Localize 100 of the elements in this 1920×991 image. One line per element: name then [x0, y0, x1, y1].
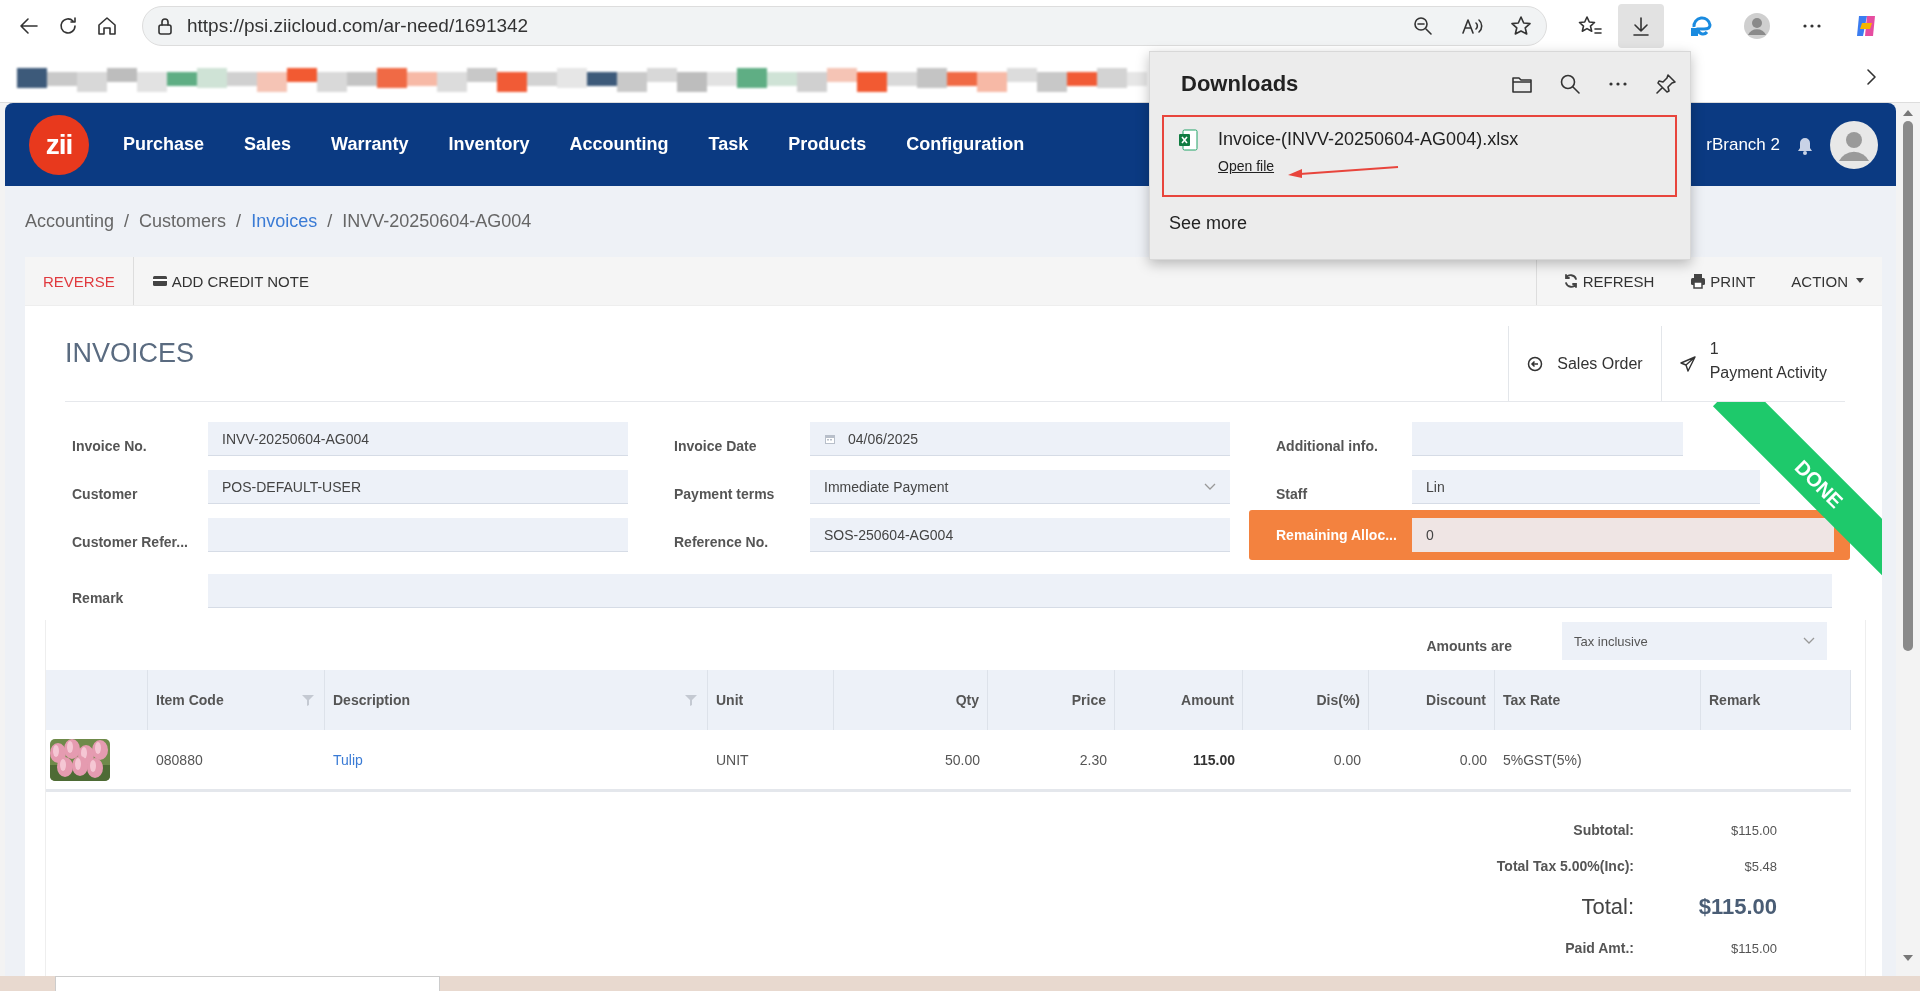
toolbar-button[interactable]: ADD CREDIT NOTE	[133, 257, 327, 305]
spreadsheet-icon	[1178, 129, 1198, 151]
search-icon[interactable]	[1559, 73, 1581, 95]
input-field[interactable]	[208, 518, 628, 552]
field-label: Staff	[1276, 485, 1309, 502]
scroll-up-icon[interactable]	[1902, 109, 1914, 117]
nav-item[interactable]: Purchase	[123, 134, 205, 155]
column-header: Discount	[1369, 670, 1495, 730]
column-header: Tax Rate	[1495, 670, 1701, 730]
field-label: Customer Refer...	[72, 533, 189, 550]
column-header: Qty	[834, 670, 988, 730]
nav-item[interactable]: Accounting	[569, 134, 669, 155]
input-field[interactable]: POS-DEFAULT-USER	[208, 470, 628, 504]
table-cell: 0.00	[1333, 751, 1361, 768]
field-label: Amounts are	[1426, 637, 1512, 654]
input-field[interactable]: INVV-20250604-AG004	[208, 422, 628, 456]
nav-item[interactable]: Warranty	[331, 134, 409, 155]
input-field[interactable]: 0	[1412, 518, 1834, 552]
input-field[interactable]: SOS-250604-AG004	[810, 518, 1230, 552]
total-value: $5.48	[1743, 858, 1777, 874]
input-field[interactable]: 04/06/2025	[810, 422, 1230, 456]
column-header: Remark	[1701, 670, 1851, 730]
calendar-icon	[824, 432, 836, 445]
zoom-out-icon[interactable]	[1412, 14, 1434, 37]
total-value: $115.00	[1729, 940, 1777, 956]
breadcrumb-separator: /	[327, 211, 333, 232]
scroll-down-icon[interactable]	[1902, 954, 1914, 962]
input-field[interactable]	[1412, 422, 1683, 456]
chevron-down-icon	[1803, 637, 1815, 645]
table-cell: 50.00	[944, 751, 980, 768]
folder-icon[interactable]	[1511, 74, 1533, 94]
total-value: $115.00	[1697, 894, 1777, 920]
column-header: Item Code	[148, 670, 325, 730]
breadcrumb-item[interactable]: INVV-20250604-AG004	[342, 211, 532, 232]
chevron-down-icon	[1204, 482, 1216, 491]
nav-item[interactable]: Inventory	[448, 134, 530, 155]
field-label: Invoice No.	[72, 437, 148, 454]
paper-plane-icon	[1679, 355, 1696, 372]
table-cell: 0.00	[1459, 751, 1487, 768]
header-link[interactable]: 1 Payment Activity	[1660, 326, 1845, 401]
table-cell: 115.00	[1192, 751, 1235, 768]
pin-icon[interactable]	[1655, 73, 1677, 95]
star-icon[interactable]	[1510, 14, 1532, 37]
column-header: Dis(%)	[1243, 670, 1369, 730]
address-bar[interactable]: https://psi.ziicloud.com/ar-need/1691342	[142, 5, 1547, 46]
toolbar-button[interactable]: REFRESH	[1544, 257, 1673, 305]
toolbar-button[interactable]: ACTION	[1773, 257, 1882, 305]
header-link[interactable]: Sales Order	[1508, 326, 1661, 401]
field-label: Payment terms	[674, 485, 776, 502]
printer-icon	[1690, 273, 1707, 289]
select-field[interactable]: Tax inclusive	[1562, 622, 1827, 660]
branch-name[interactable]: rBranch 2	[1706, 134, 1780, 155]
caret-icon	[1856, 278, 1864, 284]
download-item[interactable]: Invoice-(INVV-20250604-AG004).xlsx Open file	[1162, 115, 1677, 197]
input-field[interactable]: Immediate Payment	[810, 470, 1230, 504]
field-label: Remaining Alloc...	[1276, 527, 1398, 543]
input-field[interactable]: Lin	[1412, 470, 1760, 504]
scrollbar-thumb[interactable]	[1903, 121, 1913, 651]
profile-avatar-icon[interactable]	[1743, 11, 1771, 40]
item-link[interactable]: Tulip	[333, 751, 363, 768]
page-title: INVOICES	[65, 338, 195, 369]
total-label: Total Tax 5.00%(Inc):	[1496, 858, 1634, 874]
breadcrumb-item[interactable]: Accounting	[25, 211, 115, 232]
field-label: Remark	[72, 589, 125, 606]
input-field[interactable]	[208, 574, 1832, 608]
nav-item[interactable]: Sales	[244, 134, 292, 155]
field-label: Customer	[72, 485, 139, 502]
panel-title: Downloads	[1181, 71, 1299, 97]
chevron-right-icon[interactable]	[1864, 67, 1878, 86]
table-cell: 080880	[156, 751, 203, 768]
nav-item[interactable]: Task	[708, 134, 749, 155]
credit-card-icon	[151, 274, 168, 288]
total-value: $115.00	[1729, 822, 1777, 838]
field-label: Invoice Date	[674, 437, 758, 454]
field-label: Additional info.	[1276, 437, 1379, 454]
see-more-link[interactable]: See more	[1169, 213, 1677, 234]
column-header: Amount	[1115, 670, 1243, 730]
logo[interactable]: zii	[29, 114, 89, 175]
nav-item[interactable]: Products	[788, 134, 867, 155]
browser-logo-icon[interactable]	[1690, 13, 1714, 38]
toolbar-button[interactable]: REVERSE	[25, 257, 134, 305]
circle-arrow-left-icon	[1527, 355, 1544, 372]
file-name: Invoice-(INVV-20250604-AG004).xlsx	[1218, 129, 1519, 150]
table-cell: 5%GST(5%)	[1503, 751, 1582, 768]
user-avatar-icon[interactable]	[1830, 120, 1878, 169]
breadcrumb-separator: /	[124, 211, 130, 232]
table-cell: UNIT	[716, 751, 749, 768]
column-header: Price	[988, 670, 1115, 730]
refresh-icon	[1562, 273, 1579, 289]
breadcrumb-separator: /	[236, 211, 242, 232]
lock-icon	[155, 15, 175, 36]
breadcrumb-item[interactable]: Customers	[139, 211, 227, 232]
table-cell: 2.30	[1079, 751, 1107, 768]
column-header: Description	[325, 670, 708, 730]
download-button[interactable]	[1618, 3, 1664, 48]
breadcrumb-item[interactable]: Invoices	[251, 211, 318, 232]
nav-item[interactable]: Configuration	[906, 134, 1025, 155]
open-file-link[interactable]: Open file	[1218, 158, 1519, 174]
download-icon	[1630, 14, 1652, 37]
total-label: Subtotal:	[1573, 822, 1634, 838]
